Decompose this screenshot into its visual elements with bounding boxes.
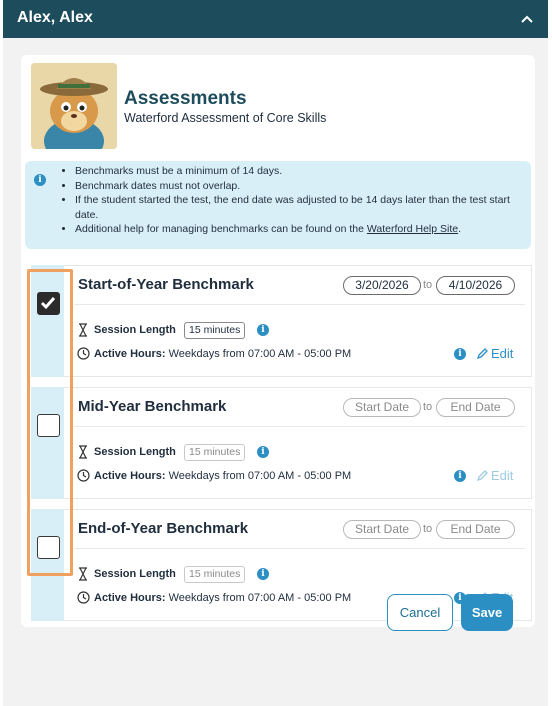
- info-list: Benchmarks must be a minimum of 14 days.…: [75, 164, 535, 237]
- info-item: Benchmarks must be a minimum of 14 days.: [75, 164, 535, 179]
- start-date-field[interactable]: Start Date: [343, 398, 421, 417]
- active-hours-value: Weekdays from 07:00 AM - 05:00 PM: [168, 470, 352, 482]
- active-hours-label: Active Hours:: [94, 592, 166, 604]
- start-date-field[interactable]: Start Date: [343, 520, 421, 539]
- hourglass-icon: [79, 567, 87, 581]
- help-prefix: Additional help for managing benchmarks …: [75, 223, 367, 235]
- end-date-field[interactable]: End Date: [436, 398, 515, 417]
- help-site-link[interactable]: Waterford Help Site: [367, 223, 458, 235]
- edit-label: Edit: [491, 346, 514, 361]
- panel-header[interactable]: Alex, Alex: [3, 0, 548, 38]
- start-date-field[interactable]: 3/20/2026: [343, 276, 421, 295]
- divider: [74, 426, 525, 427]
- date-to-label: to: [423, 523, 433, 535]
- divider: [74, 304, 525, 305]
- end-date-field[interactable]: 4/10/2026: [436, 276, 515, 295]
- benchmark-info-box: i Benchmarks must be a minimum of 14 day…: [25, 161, 531, 249]
- session-info-icon[interactable]: i: [257, 568, 269, 580]
- session-length-label: Session Length: [94, 324, 176, 336]
- session-length-value: 15 minutes: [184, 322, 246, 339]
- student-name: Alex, Alex: [17, 9, 93, 26]
- session-length-value: 15 minutes: [184, 566, 246, 583]
- active-hours: Active Hours: Weekdays from 07:00 AM - 0…: [94, 470, 351, 482]
- assessment-title: Assessments: [124, 88, 247, 109]
- clock-icon: [77, 591, 90, 604]
- active-hours: Active Hours: Weekdays from 07:00 AM - 0…: [94, 592, 351, 604]
- date-to-label: to: [423, 279, 433, 291]
- info-item: If the student started the test, the end…: [75, 193, 535, 222]
- chevron-up-icon[interactable]: [520, 13, 534, 25]
- active-hours-value: Weekdays from 07:00 AM - 05:00 PM: [168, 592, 352, 604]
- clock-icon: [77, 347, 90, 360]
- benchmark-row-mid: Mid-Year Benchmark Start Date to End Dat…: [64, 387, 532, 499]
- end-date-field[interactable]: End Date: [436, 520, 515, 539]
- info-item-help: Additional help for managing benchmarks …: [75, 222, 535, 237]
- benchmark-row-start: Start-of-Year Benchmark 3/20/2026 to 4/1…: [64, 265, 532, 377]
- pencil-icon: [476, 470, 488, 482]
- edit-button[interactable]: Edit: [476, 346, 513, 361]
- active-hours-value: Weekdays from 07:00 AM - 05:00 PM: [168, 348, 352, 360]
- save-button[interactable]: Save: [461, 594, 513, 631]
- info-item: Benchmark dates must not overlap.: [75, 179, 535, 194]
- hourglass-icon: [79, 445, 87, 459]
- session-info-icon[interactable]: i: [257, 446, 269, 458]
- student-panel: Alex, Alex Assessments Waterford Assessm…: [3, 0, 548, 706]
- benchmark-title: Start-of-Year Benchmark: [78, 276, 254, 293]
- info-icon: i: [34, 174, 46, 186]
- session-length-label: Session Length: [94, 446, 176, 458]
- active-hours: Active Hours: Weekdays from 07:00 AM - 0…: [94, 348, 351, 360]
- cancel-button[interactable]: Cancel: [387, 594, 453, 631]
- assessment-card: Assessments Waterford Assessment of Core…: [21, 55, 535, 627]
- active-hours-label: Active Hours:: [94, 348, 166, 360]
- hourglass-icon: [79, 323, 87, 337]
- benchmark-title: End-of-Year Benchmark: [78, 520, 249, 537]
- help-suffix: .: [458, 223, 462, 235]
- pencil-icon: [476, 348, 488, 360]
- active-hours-label: Active Hours:: [94, 470, 166, 482]
- hours-info-icon[interactable]: i: [454, 470, 466, 482]
- date-to-label: to: [423, 401, 433, 413]
- clock-icon: [77, 469, 90, 482]
- edit-label: Edit: [491, 468, 514, 483]
- checkbox-highlight-frame: [27, 269, 73, 576]
- session-info-icon[interactable]: i: [257, 324, 269, 336]
- hours-info-icon[interactable]: i: [454, 348, 466, 360]
- session-length-label: Session Length: [94, 568, 176, 580]
- mascot-avatar: [31, 63, 117, 149]
- session-length-value: 15 minutes: [184, 444, 246, 461]
- benchmark-title: Mid-Year Benchmark: [78, 398, 227, 415]
- assessment-subtitle: Waterford Assessment of Core Skills: [124, 111, 327, 125]
- divider: [74, 548, 525, 549]
- edit-button[interactable]: Edit: [476, 468, 513, 483]
